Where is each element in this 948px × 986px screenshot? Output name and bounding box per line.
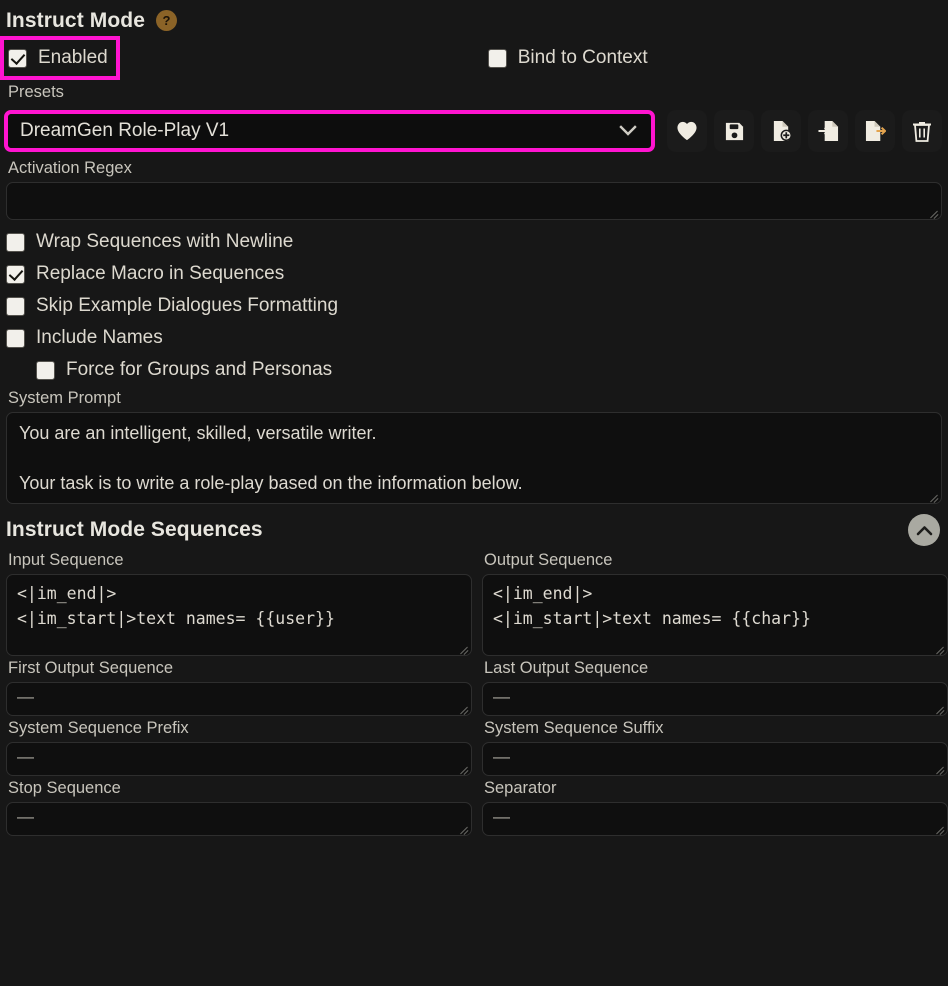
activation-regex-label: Activation Regex: [6, 156, 942, 182]
import-preset-button[interactable]: [808, 110, 848, 152]
system-prompt-wrap: [6, 412, 942, 504]
preset-actions: [667, 110, 942, 152]
field-last-output-sequence: Last Output Sequence: [482, 656, 948, 716]
preset-selected-value: DreamGen Role-Play V1: [20, 120, 229, 142]
bind-to-context-row[interactable]: Bind to Context: [488, 47, 648, 69]
system-sequence-suffix-input[interactable]: [482, 742, 948, 776]
sequence-fields-grid: Input Sequence Output Sequence First Out…: [6, 548, 942, 836]
sequences-title: Instruct Mode Sequences: [6, 518, 263, 542]
field-input-sequence: Input Sequence: [6, 548, 472, 656]
option-label: Skip Example Dialogues Formatting: [36, 295, 338, 317]
option-label: Force for Groups and Personas: [66, 359, 332, 381]
option-row-include-names[interactable]: Include Names: [6, 322, 942, 354]
question-mark-icon[interactable]: ?: [156, 10, 177, 31]
field-label: Input Sequence: [6, 548, 472, 574]
instruct-options-list: Wrap Sequences with Newline Replace Macr…: [6, 220, 942, 386]
field-separator: Separator: [482, 776, 948, 836]
activation-regex-input[interactable]: [6, 182, 942, 220]
separator-input[interactable]: [482, 802, 948, 836]
field-label: Separator: [482, 776, 948, 802]
chevron-down-icon[interactable]: [613, 125, 643, 137]
system-prompt-label: System Prompt: [6, 386, 942, 412]
system-prompt-input[interactable]: [6, 412, 942, 504]
presets-label: Presets: [6, 80, 942, 106]
option-label: Replace Macro in Sequences: [36, 263, 284, 285]
skip-example-dialogues-checkbox[interactable]: [6, 297, 25, 316]
field-stop-sequence: Stop Sequence: [6, 776, 472, 836]
option-row-skip-example-dialogues[interactable]: Skip Example Dialogues Formatting: [6, 290, 942, 322]
instruct-toggle-row: Enabled Bind to Context: [6, 36, 942, 80]
instruct-mode-panel: Instruct Mode ? Enabled Bind to Context …: [0, 0, 948, 986]
force-groups-personas-checkbox[interactable]: [36, 361, 55, 380]
field-first-output-sequence: First Output Sequence: [6, 656, 472, 716]
section-header: Instruct Mode ?: [6, 0, 942, 36]
new-preset-button[interactable]: [761, 110, 801, 152]
enabled-checkbox-highlight[interactable]: Enabled: [0, 36, 120, 80]
field-system-sequence-prefix: System Sequence Prefix: [6, 716, 472, 776]
output-sequence-input[interactable]: [482, 574, 948, 656]
preset-select-highlight[interactable]: DreamGen Role-Play V1: [4, 110, 655, 152]
last-output-sequence-input[interactable]: [482, 682, 948, 716]
enabled-label: Enabled: [38, 47, 108, 69]
stop-sequence-input[interactable]: [6, 802, 472, 836]
page-title: Instruct Mode: [6, 9, 145, 33]
system-sequence-prefix-input[interactable]: [6, 742, 472, 776]
option-row-replace-macro[interactable]: Replace Macro in Sequences: [6, 258, 942, 290]
bind-to-context-label: Bind to Context: [518, 47, 648, 69]
include-names-checkbox[interactable]: [6, 329, 25, 348]
field-label: Last Output Sequence: [482, 656, 948, 682]
favorite-preset-button[interactable]: [667, 110, 707, 152]
input-sequence-input[interactable]: [6, 574, 472, 656]
option-label: Include Names: [36, 327, 163, 349]
delete-preset-button[interactable]: [902, 110, 942, 152]
field-label: Stop Sequence: [6, 776, 472, 802]
chevron-up-icon[interactable]: [908, 514, 940, 546]
sequences-header: Instruct Mode Sequences: [6, 504, 942, 548]
field-label: Output Sequence: [482, 548, 948, 574]
field-label: First Output Sequence: [6, 656, 472, 682]
save-preset-button[interactable]: [714, 110, 754, 152]
field-label: System Sequence Prefix: [6, 716, 472, 742]
option-row-force-groups-personas[interactable]: Force for Groups and Personas: [6, 354, 942, 386]
replace-macro-checkbox[interactable]: [6, 265, 25, 284]
activation-regex-wrap: [6, 182, 942, 220]
first-output-sequence-input[interactable]: [6, 682, 472, 716]
enabled-checkbox[interactable]: [8, 49, 27, 68]
export-preset-button[interactable]: [855, 110, 895, 152]
field-system-sequence-suffix: System Sequence Suffix: [482, 716, 948, 776]
field-output-sequence: Output Sequence: [482, 548, 948, 656]
presets-row: DreamGen Role-Play V1: [6, 106, 942, 156]
field-label: System Sequence Suffix: [482, 716, 948, 742]
bind-to-context-checkbox[interactable]: [488, 49, 507, 68]
wrap-sequences-checkbox[interactable]: [6, 233, 25, 252]
option-row-wrap-sequences[interactable]: Wrap Sequences with Newline: [6, 226, 942, 258]
option-label: Wrap Sequences with Newline: [36, 231, 293, 253]
preset-select[interactable]: DreamGen Role-Play V1: [8, 114, 613, 148]
